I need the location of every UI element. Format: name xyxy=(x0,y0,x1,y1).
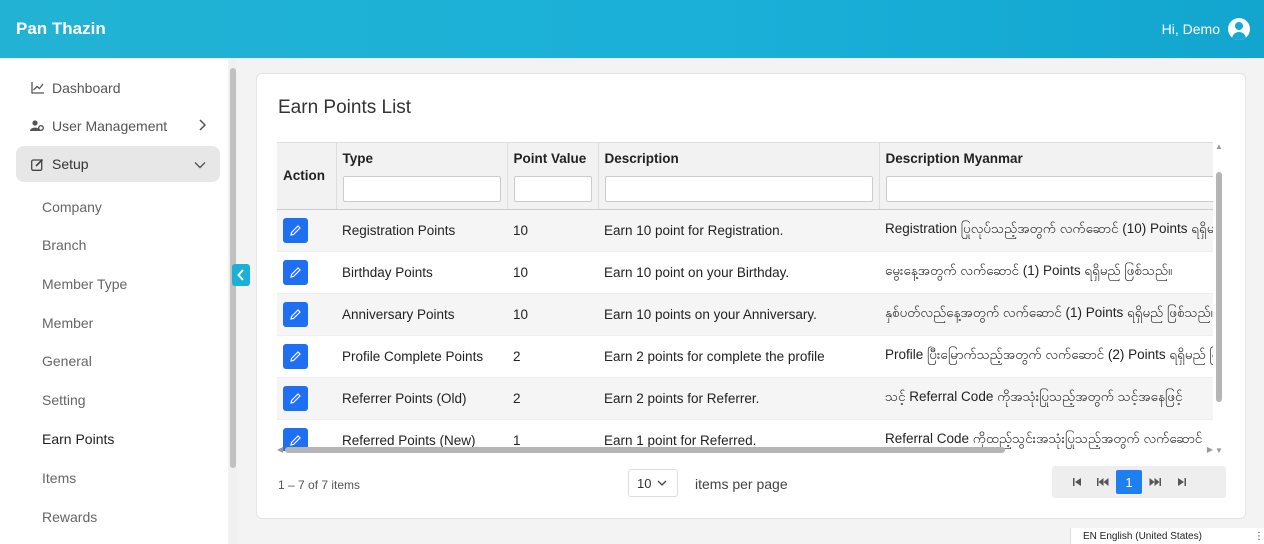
pencil-icon xyxy=(290,224,301,236)
scrollbar-thumb[interactable] xyxy=(1216,172,1222,402)
table-row[interactable]: Birthday Points 10 Earn 10 point on your… xyxy=(277,251,1213,294)
cell-type: Birthday Points xyxy=(336,251,507,294)
pager-info: 1 – 7 of 7 items xyxy=(278,478,361,492)
sidebar-subitem-member[interactable]: Member xyxy=(42,315,93,331)
page-button-current[interactable]: 1 xyxy=(1116,470,1142,494)
edit-square-icon xyxy=(30,157,44,171)
scroll-right-arrow-icon[interactable]: ▶ xyxy=(1207,445,1213,454)
sidebar-subitem-branch[interactable]: Branch xyxy=(42,237,86,253)
page-size-value: 10 xyxy=(637,475,652,491)
users-cog-icon xyxy=(30,119,44,133)
table-row[interactable]: Anniversary Points 10 Earn 10 points on … xyxy=(277,293,1213,336)
cell-description-myanmar: Profile ပြီးမြောက်သည့်အတွက် လက်ဆောင် (2)… xyxy=(879,335,1213,378)
cell-description-myanmar: သင့် Referral Code ကိုအသုံးပြုသည့်အတွက် … xyxy=(879,377,1213,420)
cell-point-value: 2 xyxy=(507,335,598,378)
filter-input-description-myanmar[interactable] xyxy=(885,176,1213,202)
cell-type: Profile Complete Points xyxy=(336,335,507,378)
sidebar: Dashboard User Management Setup Company … xyxy=(0,58,228,544)
sidebar-item-user-management[interactable]: User Management xyxy=(16,108,220,144)
cell-point-value: 10 xyxy=(507,293,598,336)
user-menu[interactable]: Hi, Demo xyxy=(1162,18,1250,40)
top-bar: Pan Thazin Hi, Demo xyxy=(0,0,1264,58)
table-row[interactable]: Profile Complete Points 2 Earn 2 points … xyxy=(277,335,1213,378)
pager-buttons: 1 xyxy=(1052,466,1226,498)
cell-description: Earn 10 point on your Birthday. xyxy=(598,251,879,294)
sidebar-item-dashboard[interactable]: Dashboard xyxy=(16,70,220,106)
edit-button[interactable] xyxy=(283,301,308,327)
cell-type: Anniversary Points xyxy=(336,293,507,336)
edit-button[interactable] xyxy=(283,217,308,243)
sidebar-collapse-button[interactable] xyxy=(232,264,250,286)
sidebar-subitem-earn-points[interactable]: Earn Points xyxy=(42,431,114,447)
edit-button[interactable] xyxy=(283,259,308,285)
last-page-icon[interactable] xyxy=(1168,470,1194,494)
column-header-type[interactable]: Type xyxy=(336,143,508,210)
scrollbar-thumb[interactable] xyxy=(285,447,1005,453)
page-size-dropdown[interactable]: 10 xyxy=(628,469,678,497)
more-options-icon[interactable]: ⋮ xyxy=(1254,531,1264,542)
page-title: Earn Points List xyxy=(278,97,412,118)
table-header-row: Action Type Point Value Description Desc… xyxy=(277,143,1213,210)
previous-page-icon[interactable] xyxy=(1090,470,1116,494)
first-page-icon[interactable] xyxy=(1064,470,1090,494)
pencil-icon xyxy=(290,392,301,404)
earn-points-card: Earn Points List Action Type Point Value… xyxy=(256,73,1246,519)
pencil-icon xyxy=(290,266,301,278)
table-row[interactable]: Registration Points 10 Earn 10 point for… xyxy=(277,209,1213,252)
sidebar-subitem-general[interactable]: General xyxy=(42,353,92,369)
filter-input-type[interactable] xyxy=(342,176,501,202)
edit-button[interactable] xyxy=(283,385,308,411)
scroll-up-arrow-icon[interactable]: ▲ xyxy=(1215,142,1223,151)
chevron-down-icon xyxy=(194,157,206,172)
scroll-down-arrow-icon[interactable]: ▼ xyxy=(1215,446,1223,455)
page-size-label: items per page xyxy=(695,476,788,492)
cell-type: Referrer Points (Old) xyxy=(336,377,507,420)
cell-description: Earn 10 point for Registration. xyxy=(598,209,879,252)
sidebar-item-label: Setup xyxy=(52,156,89,172)
user-greeting[interactable]: Hi, Demo xyxy=(1162,21,1220,37)
sidebar-scrollbar[interactable] xyxy=(229,58,237,544)
cell-point-value: 10 xyxy=(507,251,598,294)
sidebar-item-setup[interactable]: Setup xyxy=(16,146,220,182)
brand-title[interactable]: Pan Thazin xyxy=(16,19,106,39)
cell-point-value: 2 xyxy=(507,377,598,420)
sidebar-subitem-rewards[interactable]: Rewards xyxy=(42,509,97,525)
sidebar-subitem-setting[interactable]: Setting xyxy=(42,392,86,408)
cell-point-value: 10 xyxy=(507,209,598,252)
filter-input-point-value[interactable] xyxy=(513,176,592,202)
sidebar-item-label: Dashboard xyxy=(52,80,121,96)
cell-description-myanmar: Registration ပြုလုပ်သည့်အတွက် လက်ဆောင် (… xyxy=(879,209,1213,252)
column-header-point-value[interactable]: Point Value xyxy=(507,143,599,210)
pencil-icon xyxy=(290,350,301,362)
chart-line-icon xyxy=(30,81,44,95)
chevron-left-icon xyxy=(237,269,244,281)
earn-points-table: Action Type Point Value Description Desc… xyxy=(277,143,1213,451)
cell-description: Earn 2 points for complete the profile xyxy=(598,335,879,378)
edit-button[interactable] xyxy=(283,343,308,369)
table-row[interactable]: Referrer Points (Old) 2 Earn 2 points fo… xyxy=(277,377,1213,420)
column-header-description-myanmar[interactable]: Description Myanmar xyxy=(879,143,1213,210)
sidebar-subitem-items[interactable]: Items xyxy=(42,470,76,486)
column-header-action: Action xyxy=(277,143,337,210)
cell-type: Registration Points xyxy=(336,209,507,252)
user-avatar-icon[interactable] xyxy=(1228,18,1250,40)
earn-points-grid: Action Type Point Value Description Desc… xyxy=(277,142,1213,451)
cell-description: Earn 10 points on your Anniversary. xyxy=(598,293,879,336)
pencil-icon xyxy=(290,308,301,320)
chevron-down-icon xyxy=(658,480,667,486)
taskbar-language-indicator[interactable]: EN English (United States) xyxy=(1070,528,1264,544)
scroll-left-arrow-icon[interactable]: ◀ xyxy=(277,445,283,454)
grid-vertical-scrollbar[interactable]: ▲ ▼ xyxy=(1214,142,1224,455)
chevron-right-icon xyxy=(198,118,207,134)
grid-horizontal-scrollbar[interactable]: ◀ ▶ xyxy=(277,445,1213,455)
column-header-description[interactable]: Description xyxy=(598,143,880,210)
cell-description: Earn 2 points for Referrer. xyxy=(598,377,879,420)
sidebar-subitem-member-type[interactable]: Member Type xyxy=(42,276,127,292)
sidebar-subitem-company[interactable]: Company xyxy=(42,199,102,215)
next-page-icon[interactable] xyxy=(1142,470,1168,494)
cell-description-myanmar: နှစ်ပတ်လည်နေ့အတွက် လက်ဆောင် (1) Points ရ… xyxy=(879,293,1213,336)
sidebar-item-label: User Management xyxy=(52,118,168,134)
cell-description-myanmar: မွေးနေ့အတွက် လက်ဆောင် (1) Points ရရှိမည်… xyxy=(879,251,1213,294)
filter-input-description[interactable] xyxy=(604,176,873,202)
